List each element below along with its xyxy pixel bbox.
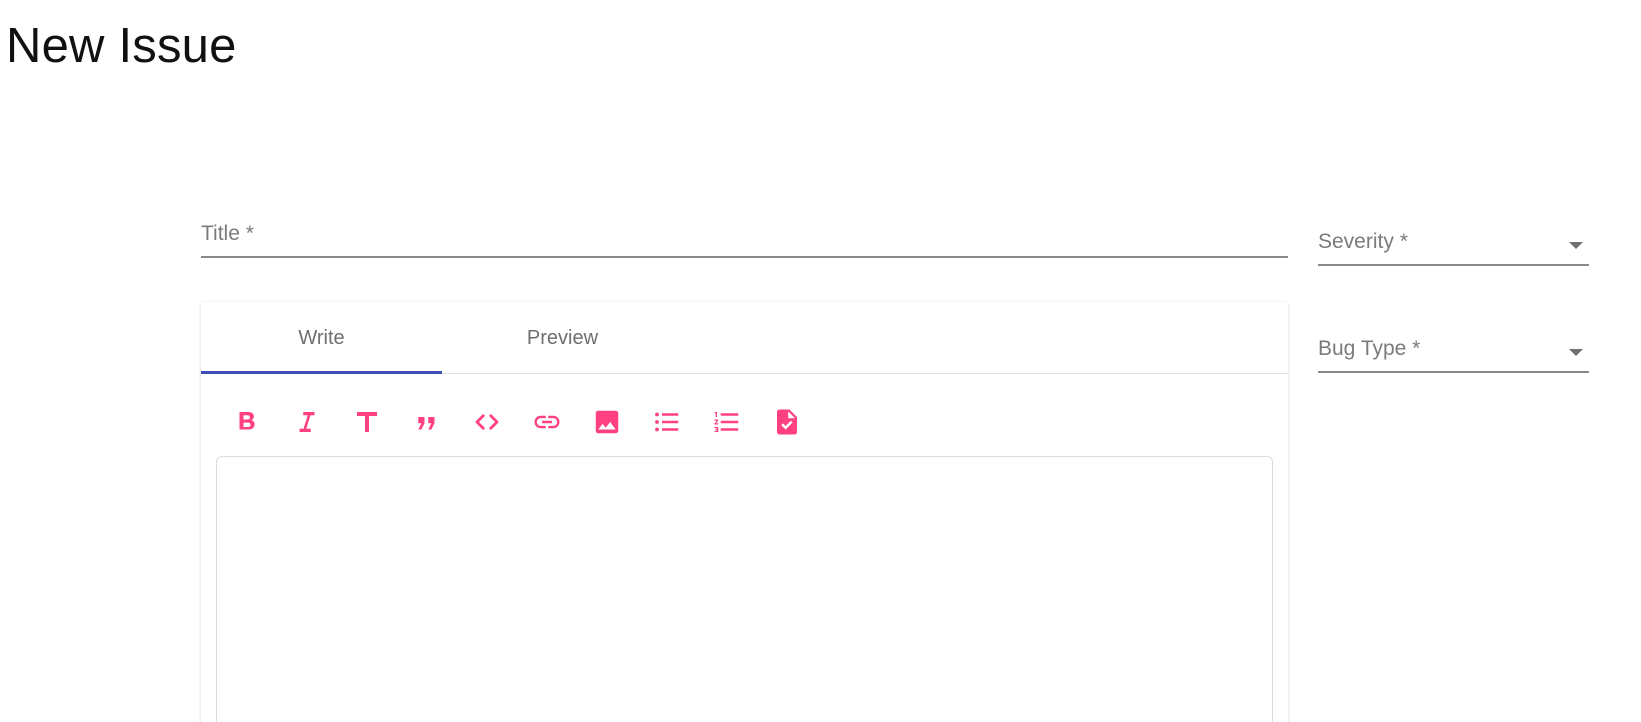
editor-tabs: Write Preview [201, 302, 1288, 374]
severity-select-label: Severity * [1318, 230, 1408, 253]
editor-textarea-wrapper [216, 456, 1273, 722]
image-button[interactable] [577, 402, 637, 442]
quote-button[interactable] [397, 402, 457, 442]
bold-button[interactable] [217, 402, 277, 442]
italic-button[interactable] [277, 402, 337, 442]
tab-preview[interactable]: Preview [442, 302, 683, 374]
checked-list-button[interactable] [757, 402, 817, 442]
chevron-down-icon [1569, 242, 1583, 249]
page-title: New Issue [6, 19, 237, 73]
checked-list-icon [777, 409, 797, 435]
quote-icon [418, 417, 435, 430]
title-field[interactable]: Title * [201, 210, 1288, 258]
code-icon [475, 414, 499, 430]
bold-icon [239, 412, 255, 430]
unordered-list-icon [655, 412, 679, 432]
italic-icon [299, 412, 315, 432]
active-tab-indicator [201, 371, 442, 374]
unordered-list-button[interactable] [637, 402, 697, 442]
markdown-editor: Write Preview [201, 302, 1288, 722]
header-icon [357, 412, 377, 432]
tab-write[interactable]: Write [201, 302, 442, 374]
link-button[interactable] [517, 402, 577, 442]
header-button[interactable] [337, 402, 397, 442]
code-button[interactable] [457, 402, 517, 442]
bug-type-select[interactable]: Bug Type * [1318, 325, 1589, 373]
title-input[interactable] [201, 210, 1288, 256]
link-icon [534, 415, 560, 429]
severity-select[interactable]: Severity * [1318, 218, 1589, 266]
issue-body-textarea[interactable] [217, 457, 1272, 722]
ordered-list-icon [714, 412, 739, 432]
image-icon [595, 410, 619, 434]
chevron-down-icon [1569, 349, 1583, 356]
editor-toolbar [217, 402, 817, 442]
ordered-list-button[interactable] [697, 402, 757, 442]
bug-type-select-label: Bug Type * [1318, 337, 1421, 360]
new-issue-page: New Issue Title * Severity * Bug Type * … [0, 0, 1641, 722]
